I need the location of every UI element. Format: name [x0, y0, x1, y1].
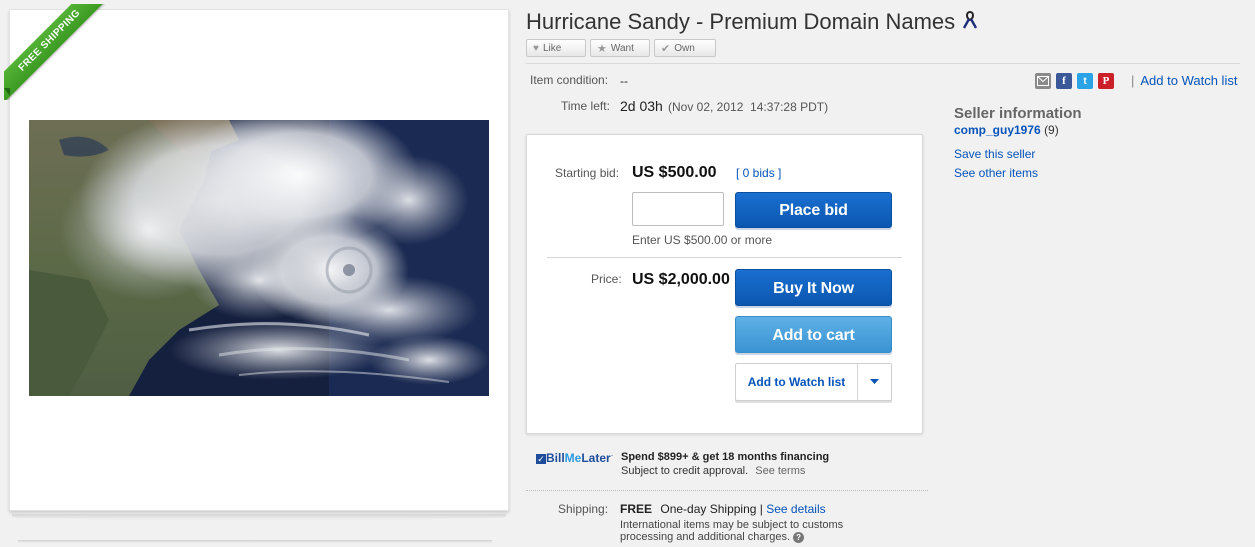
- add-to-watch-list-text[interactable]: Add to Watch list: [1140, 73, 1237, 88]
- bml-mark: ·: [610, 451, 614, 460]
- want-label: Want: [610, 42, 634, 54]
- shipping-method: One-day Shipping: [660, 502, 757, 516]
- end-date: (Nov 02, 2012 14:37:28 PDT): [668, 100, 829, 114]
- email-icon[interactable]: [1035, 73, 1051, 89]
- price-label: Price:: [591, 272, 622, 286]
- time-left-label: Time left:: [561, 99, 610, 113]
- chevron-down-icon: [870, 379, 879, 384]
- bml-later: Later: [581, 451, 611, 465]
- financing-subtext: Subject to credit approval. See terms: [621, 465, 805, 477]
- starting-bid-value: US $500.00: [632, 164, 717, 181]
- bid-amount-input[interactable]: [632, 192, 724, 226]
- item-condition-value: --: [620, 74, 628, 88]
- ribbon-fold: [4, 88, 10, 96]
- add-to-watch-list-button[interactable]: Add to Watch list: [735, 363, 892, 401]
- seller-information-heading: Seller information: [954, 105, 1082, 122]
- bml-me: Me: [564, 451, 582, 465]
- credit-approval-text: Subject to credit approval.: [621, 465, 749, 477]
- save-this-seller-link[interactable]: Save this seller: [954, 147, 1035, 161]
- title-divider: [526, 63, 1240, 64]
- place-bid-button[interactable]: Place bid: [735, 192, 892, 228]
- want-button[interactable]: ★ Want: [590, 39, 650, 57]
- price-value: US $2,000.00: [632, 271, 730, 288]
- add-to-cart-button[interactable]: Add to cart: [735, 316, 892, 353]
- share-icons: f t P: [1035, 73, 1114, 89]
- own-label: Own: [674, 42, 695, 54]
- see-other-items-link[interactable]: See other items: [954, 166, 1038, 180]
- seller-username-link[interactable]: comp_guy1976: [954, 123, 1041, 137]
- shipping-note-line1: International items may be subject to cu…: [620, 519, 844, 531]
- seller-row: comp_guy1976 (9): [954, 123, 1059, 137]
- pinterest-icon[interactable]: P: [1098, 73, 1114, 89]
- own-button[interactable]: ✔ Own: [654, 39, 716, 57]
- free-shipping-ribbon: FREE SHIPPING: [4, 4, 114, 100]
- seller-feedback-score[interactable]: (9): [1044, 123, 1059, 137]
- pipe-separator: |: [1131, 73, 1135, 88]
- item-title: Hurricane Sandy - Premium Domain Names: [526, 9, 956, 34]
- bid-box-divider: [547, 257, 902, 258]
- star-icon: ★: [597, 42, 607, 55]
- time-left-value: 2d 03h: [620, 98, 663, 114]
- twitter-icon[interactable]: t: [1077, 73, 1093, 89]
- bids-count-link[interactable]: [ 0 bids ]: [736, 166, 781, 180]
- heart-icon: ♥: [533, 42, 539, 54]
- shipping-cost: FREE: [620, 502, 653, 516]
- checkmark-icon: ✔: [661, 42, 671, 55]
- like-label: Like: [542, 42, 562, 54]
- image-panel-shadow: [12, 514, 506, 520]
- facebook-icon[interactable]: f: [1056, 73, 1072, 89]
- help-icon[interactable]: ?: [793, 531, 805, 543]
- bml-bill: Bill: [546, 451, 565, 465]
- awareness-ribbon-icon: [962, 11, 978, 29]
- see-terms-link[interactable]: See terms: [755, 465, 805, 477]
- see-details-link[interactable]: See details: [766, 502, 825, 516]
- like-button[interactable]: ♥ Like: [526, 39, 586, 57]
- shipping-note-line2: processing and additional charges. ?: [620, 531, 805, 543]
- hurricane-satellite-image[interactable]: [29, 120, 489, 396]
- add-to-watch-list-link[interactable]: | Add to Watch list: [1131, 73, 1237, 88]
- social-actions: ♥ Like ★ Want ✔ Own: [526, 39, 716, 57]
- shipping-label: Shipping:: [558, 502, 609, 516]
- free-shipping-ribbon-label: FREE SHIPPING: [4, 4, 114, 100]
- watch-list-dropdown-toggle[interactable]: [858, 364, 891, 400]
- financing-headline: Spend $899+ & get 18 months financing: [621, 451, 830, 463]
- checkbox-check-icon: ✓: [536, 453, 546, 464]
- starting-bid-label: Starting bid:: [555, 166, 620, 180]
- bid-hint: Enter US $500.00 or more: [632, 233, 773, 247]
- dotted-divider: [526, 490, 928, 491]
- item-condition-label: Item condition:: [530, 73, 609, 87]
- bill-me-later-logo: ✓BillMeLater·: [536, 451, 613, 465]
- shipping-line: FREE One-day Shipping | See details: [620, 502, 826, 516]
- buy-it-now-button[interactable]: Buy It Now: [735, 269, 892, 306]
- shipping-details-separator: |: [759, 502, 763, 516]
- add-to-watch-list-button-label[interactable]: Add to Watch list: [736, 364, 858, 400]
- shipping-note-line2-text: processing and additional charges.: [620, 531, 791, 543]
- divider: [18, 540, 492, 543]
